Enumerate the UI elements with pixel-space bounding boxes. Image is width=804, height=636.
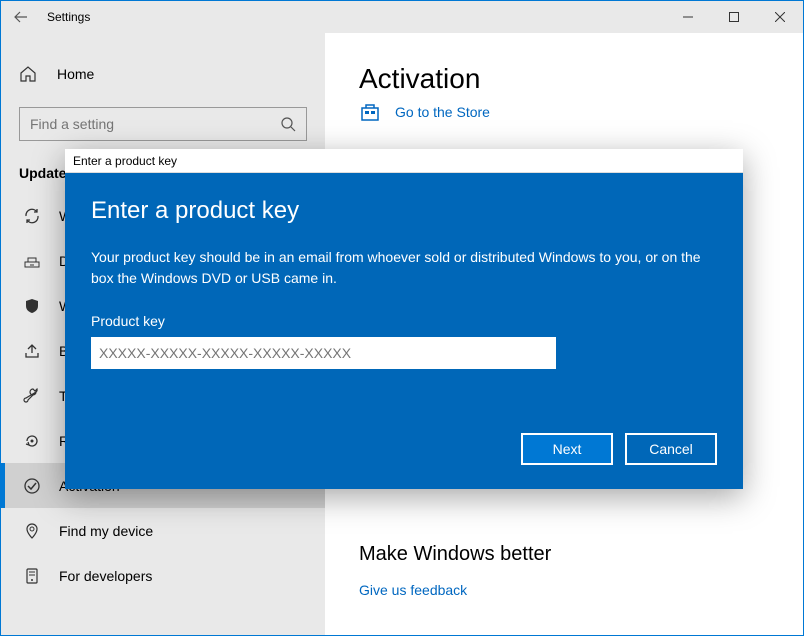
dialog-titlebar: Enter a product key xyxy=(65,149,743,173)
window-controls xyxy=(665,1,803,33)
home-icon xyxy=(19,65,39,83)
store-row: Go to the Store xyxy=(359,101,769,123)
sidebar-item-for-developers[interactable]: For developers xyxy=(1,553,325,598)
product-key-dialog: Enter a product key Enter a product key … xyxy=(65,149,743,489)
close-button[interactable] xyxy=(757,1,803,33)
search-box[interactable] xyxy=(19,107,307,141)
dialog-heading: Enter a product key xyxy=(91,197,717,225)
product-key-input[interactable] xyxy=(91,337,556,369)
store-link[interactable]: Go to the Store xyxy=(395,104,490,120)
backup-icon xyxy=(21,342,43,360)
settings-window: Settings Home Update & Security xyxy=(0,0,804,636)
home-label: Home xyxy=(57,66,94,82)
shield-icon xyxy=(21,297,43,315)
maximize-button[interactable] xyxy=(711,1,757,33)
wrench-icon xyxy=(21,387,43,405)
close-icon xyxy=(775,12,785,22)
store-icon xyxy=(359,101,381,123)
sync-icon xyxy=(21,207,43,225)
search-icon xyxy=(280,116,296,132)
cancel-button[interactable]: Cancel xyxy=(625,433,717,465)
feedback-link[interactable]: Give us feedback xyxy=(359,582,769,598)
dialog-body: Enter a product key Your product key sho… xyxy=(65,173,743,489)
search-input[interactable] xyxy=(30,116,280,132)
checkmark-icon xyxy=(21,477,43,495)
location-icon xyxy=(21,522,43,540)
minimize-icon xyxy=(683,12,693,22)
page-title: Activation xyxy=(359,63,769,95)
dialog-description: Your product key should be in an email f… xyxy=(91,247,717,289)
developers-icon xyxy=(21,567,43,585)
window-title: Settings xyxy=(47,10,90,24)
titlebar: Settings xyxy=(1,1,803,33)
product-key-label: Product key xyxy=(91,313,717,329)
sidebar-item-label: Find my device xyxy=(59,523,153,539)
sidebar-item-find-my-device[interactable]: Find my device xyxy=(1,508,325,553)
section-title: Make Windows better xyxy=(359,543,769,566)
back-button[interactable] xyxy=(9,5,33,29)
arrow-left-icon xyxy=(14,10,28,24)
maximize-icon xyxy=(729,12,739,22)
sidebar-item-label: For developers xyxy=(59,568,152,584)
minimize-button[interactable] xyxy=(665,1,711,33)
dialog-buttons: Next Cancel xyxy=(91,433,717,465)
next-button[interactable]: Next xyxy=(521,433,613,465)
delivery-icon xyxy=(21,252,43,270)
home-nav[interactable]: Home xyxy=(1,55,325,93)
recovery-icon xyxy=(21,432,43,450)
